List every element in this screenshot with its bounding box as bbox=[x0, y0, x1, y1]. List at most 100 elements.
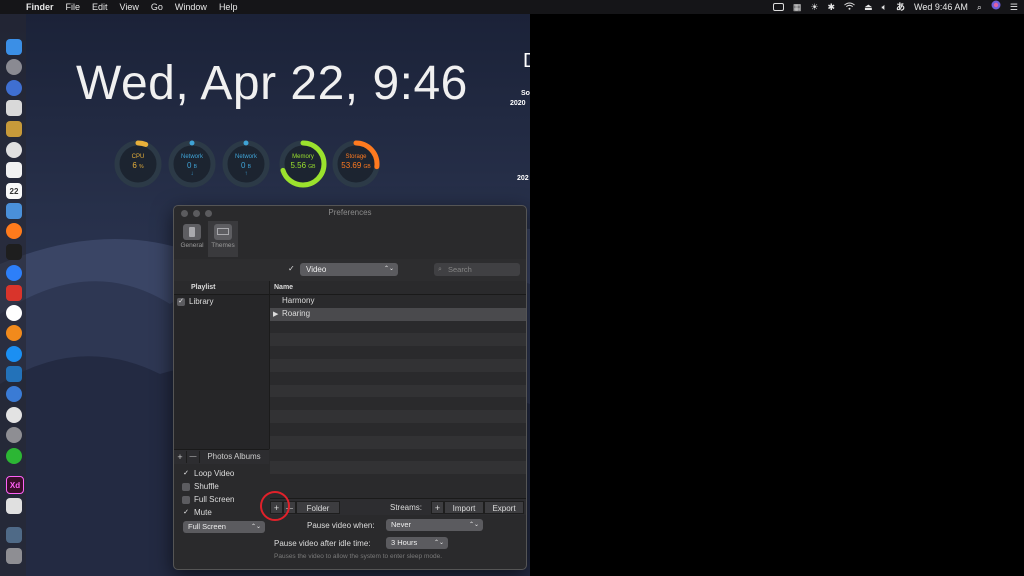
library-checkbox[interactable]: ✓ bbox=[177, 297, 185, 306]
shuffle-option[interactable]: Shuffle bbox=[182, 482, 219, 491]
siri-icon[interactable] bbox=[991, 0, 1001, 14]
mute-checkbox[interactable]: ✓ bbox=[182, 509, 190, 517]
playlist-item-library[interactable]: ✓ Library bbox=[174, 295, 269, 308]
pause-when-label: Pause video when: bbox=[307, 521, 375, 530]
menu-go[interactable]: Go bbox=[145, 2, 169, 12]
finder-icon[interactable] bbox=[6, 39, 22, 55]
terminal-icon[interactable] bbox=[6, 244, 22, 260]
firefox-icon[interactable] bbox=[6, 223, 22, 239]
tab-themes[interactable]: Themes bbox=[208, 221, 238, 257]
themes-icon bbox=[214, 224, 232, 240]
gauge-number: 0 bbox=[240, 161, 246, 170]
trash-icon[interactable] bbox=[6, 548, 22, 564]
gauge-unit: B bbox=[247, 164, 252, 170]
keyboard-icon[interactable]: ▦ bbox=[793, 0, 802, 14]
video-filter-checkbox[interactable]: ✓ bbox=[288, 264, 295, 273]
folder-button[interactable]: Folder bbox=[296, 501, 340, 514]
menu-view[interactable]: View bbox=[114, 2, 145, 12]
video-list: Name Harmony ▶ Roaring bbox=[270, 281, 526, 498]
bluetooth-icon[interactable]: ✱ bbox=[828, 0, 836, 14]
video-type-select[interactable]: Video ⌃⌄ bbox=[300, 263, 398, 276]
empty-row bbox=[270, 333, 526, 347]
photos-icon[interactable] bbox=[6, 100, 22, 116]
gauge-label: Storage bbox=[345, 154, 367, 160]
export-button[interactable]: Export bbox=[484, 501, 524, 514]
location-icon[interactable] bbox=[6, 386, 22, 402]
calendar-icon[interactable]: 22 bbox=[6, 183, 22, 199]
empty-row bbox=[270, 358, 526, 372]
select-arrows-icon: ⌃⌄ bbox=[468, 522, 479, 528]
preview-icon[interactable] bbox=[6, 203, 22, 219]
notification-center-icon[interactable]: ☰ bbox=[1010, 0, 1018, 14]
acrobat-icon[interactable] bbox=[6, 285, 22, 301]
fill-mode-select[interactable]: Full Screen ⌃⌄ bbox=[183, 521, 265, 533]
menu-help[interactable]: Help bbox=[213, 2, 244, 12]
empty-row bbox=[270, 474, 526, 487]
loop-video-checkbox[interactable]: ✓ bbox=[182, 470, 190, 478]
video-row-harmony[interactable]: Harmony bbox=[270, 295, 526, 308]
disclosure-triangle-icon[interactable]: ▶ bbox=[273, 309, 282, 322]
launchpad-icon[interactable] bbox=[6, 59, 22, 75]
add-stream-button[interactable]: + bbox=[431, 501, 444, 514]
gauge-number: 0 bbox=[186, 161, 192, 170]
full-screen-option[interactable]: Full Screen bbox=[182, 495, 234, 504]
adobe-xd-icon[interactable]: Xd bbox=[6, 476, 24, 494]
gauge-network-1: Network 0 B ↓ bbox=[168, 140, 216, 188]
menu-window[interactable]: Window bbox=[169, 2, 213, 12]
import-button[interactable]: Import bbox=[444, 501, 484, 514]
video-type-value: Video bbox=[306, 265, 327, 274]
tab-general[interactable]: General bbox=[177, 221, 207, 257]
shuffle-checkbox[interactable] bbox=[182, 482, 190, 491]
name-header[interactable]: Name bbox=[270, 281, 526, 295]
remove-playlist-button[interactable]: — bbox=[187, 451, 200, 463]
vscode-icon[interactable] bbox=[6, 366, 22, 382]
add-playlist-button[interactable]: + bbox=[174, 451, 187, 463]
menubar-clock[interactable]: Wed 9:46 AM bbox=[914, 0, 968, 14]
playlist-header[interactable]: Playlist bbox=[174, 281, 269, 295]
pause-idle-select[interactable]: 3 Hours ⌃⌄ bbox=[386, 537, 448, 549]
disk-utility-icon[interactable] bbox=[6, 498, 22, 514]
gauge-number: 6 bbox=[132, 161, 137, 170]
empty-row bbox=[270, 435, 526, 449]
chrome-icon[interactable] bbox=[6, 142, 22, 158]
pause-when-select[interactable]: Never ⌃⌄ bbox=[386, 519, 483, 531]
slack-icon[interactable] bbox=[6, 305, 22, 321]
screen-mirror-icon[interactable] bbox=[772, 3, 784, 11]
keynote-icon[interactable] bbox=[6, 121, 22, 137]
volume-icon[interactable]: 🔈︎ bbox=[882, 0, 887, 14]
video-row-roaring[interactable]: ▶ Roaring bbox=[270, 307, 526, 322]
menu-app-finder[interactable]: Finder bbox=[20, 2, 60, 12]
app-store-icon[interactable] bbox=[6, 346, 22, 362]
books-icon[interactable] bbox=[6, 325, 22, 341]
tab-general-label: General bbox=[180, 242, 204, 249]
mute-option[interactable]: ✓ Mute bbox=[182, 508, 212, 517]
widget-line2: 2020 bbox=[510, 100, 526, 107]
spotlight-icon[interactable]: ⌕ bbox=[977, 0, 982, 14]
search-field[interactable]: ⌕ Search bbox=[434, 263, 520, 276]
brightness-icon[interactable]: ☀ bbox=[810, 0, 818, 14]
empty-row bbox=[270, 423, 526, 436]
gauge-sub: ↓ bbox=[190, 171, 194, 177]
notes-icon[interactable] bbox=[6, 162, 22, 178]
airplay-icon[interactable]: ⏏ bbox=[864, 0, 873, 14]
full-screen-checkbox[interactable] bbox=[182, 495, 190, 504]
line-icon[interactable] bbox=[6, 448, 22, 464]
loop-video-option[interactable]: ✓ Loop Video bbox=[182, 469, 234, 478]
gauge-unit: GB bbox=[363, 164, 371, 170]
safari-icon[interactable] bbox=[6, 80, 22, 96]
playlist-item-label: Library bbox=[189, 297, 214, 306]
system-preferences-icon[interactable] bbox=[6, 427, 22, 443]
menu-file[interactable]: File bbox=[60, 2, 87, 12]
gauge-label: Memory bbox=[292, 154, 314, 160]
wifi-icon[interactable] bbox=[844, 0, 855, 14]
preferences-window: Preferences General Themes ✓ Video ⌃⌄ ⌕ … bbox=[173, 205, 527, 570]
mute-label: Mute bbox=[194, 508, 212, 517]
photos-albums-button[interactable]: Photos Albums bbox=[201, 451, 267, 463]
downloads-folder-icon[interactable] bbox=[6, 527, 22, 543]
itunes-icon[interactable] bbox=[6, 407, 22, 423]
menu-edit[interactable]: Edit bbox=[86, 2, 114, 12]
gauge-label: CPU bbox=[131, 154, 145, 160]
messenger-icon[interactable] bbox=[6, 265, 22, 281]
window-titlebar[interactable]: Preferences bbox=[174, 206, 526, 221]
text-input-icon[interactable]: あ bbox=[896, 0, 905, 14]
